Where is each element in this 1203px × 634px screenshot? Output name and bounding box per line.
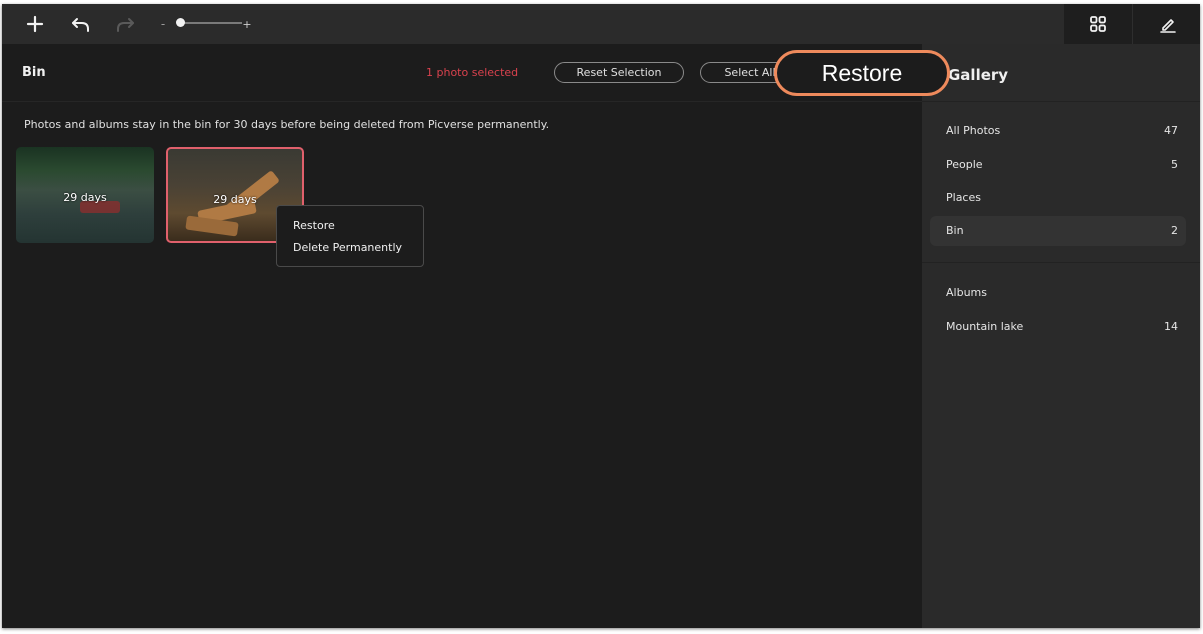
redo-icon[interactable]: [112, 4, 138, 44]
albums-heading-label: Albums: [946, 286, 987, 299]
sidebar-divider: [922, 262, 1200, 263]
app-window: - + Bin 1 photo selected Reset Selection…: [2, 4, 1200, 628]
sidebar-item-count: 2: [1171, 224, 1178, 237]
days-remaining-label: 29 days: [63, 191, 107, 204]
zoom-out-icon[interactable]: -: [156, 4, 170, 44]
undo-icon[interactable]: [68, 4, 94, 44]
selection-status: 1 photo selected: [426, 66, 519, 79]
plus-icon[interactable]: [22, 4, 48, 44]
bin-info-text: Photos and albums stay in the bin for 30…: [24, 118, 550, 131]
sidebar-item-all-photos[interactable]: All Photos 47: [930, 116, 1186, 146]
context-menu: Restore Delete Permanently: [276, 205, 424, 267]
album-count: 14: [1164, 320, 1178, 333]
toolbar: - +: [2, 4, 1200, 44]
restore-button[interactable]: Restore: [774, 50, 950, 96]
zoom-in-icon[interactable]: +: [240, 4, 254, 44]
album-label: Mountain lake: [946, 320, 1024, 333]
sidebar-item-label: People: [946, 158, 983, 171]
grid-icon[interactable]: [1082, 4, 1114, 44]
sidebar-item-mountain-lake[interactable]: Mountain lake 14: [930, 312, 1186, 342]
sidebar-item-label: Bin: [946, 224, 964, 237]
sidebar-item-label: All Photos: [946, 124, 1001, 137]
zoom-in-symbol: +: [242, 17, 252, 31]
sidebar-item-count: 5: [1171, 158, 1178, 171]
sidebar-item-label: Places: [946, 191, 981, 204]
page-title: Bin: [22, 65, 46, 80]
pencil-icon[interactable]: [1152, 4, 1184, 44]
sidebar-item-bin[interactable]: Bin 2: [930, 216, 1186, 246]
reset-selection-button[interactable]: Reset Selection: [554, 62, 684, 83]
zoom-out-symbol: -: [160, 17, 166, 31]
sidebar-item-people[interactable]: People 5: [930, 150, 1186, 180]
sidebar-divider: [922, 101, 1200, 102]
photo-thumbnail[interactable]: 29 days: [16, 147, 154, 243]
albums-heading[interactable]: Albums: [930, 278, 1186, 308]
gallery-sidebar: Gallery All Photos 47 People 5 Places Bi…: [922, 44, 1200, 628]
log-shape: [185, 215, 239, 237]
context-menu-delete-permanently[interactable]: Delete Permanently: [293, 241, 402, 254]
sidebar-item-count: 47: [1164, 124, 1178, 137]
sidebar-item-places[interactable]: Places: [930, 183, 1186, 213]
toolbar-divider: [1132, 4, 1133, 44]
zoom-slider-handle[interactable]: [176, 18, 185, 27]
sidebar-title: Gallery: [948, 66, 1009, 84]
zoom-slider-track[interactable]: [182, 22, 242, 24]
context-menu-restore[interactable]: Restore: [293, 219, 335, 232]
